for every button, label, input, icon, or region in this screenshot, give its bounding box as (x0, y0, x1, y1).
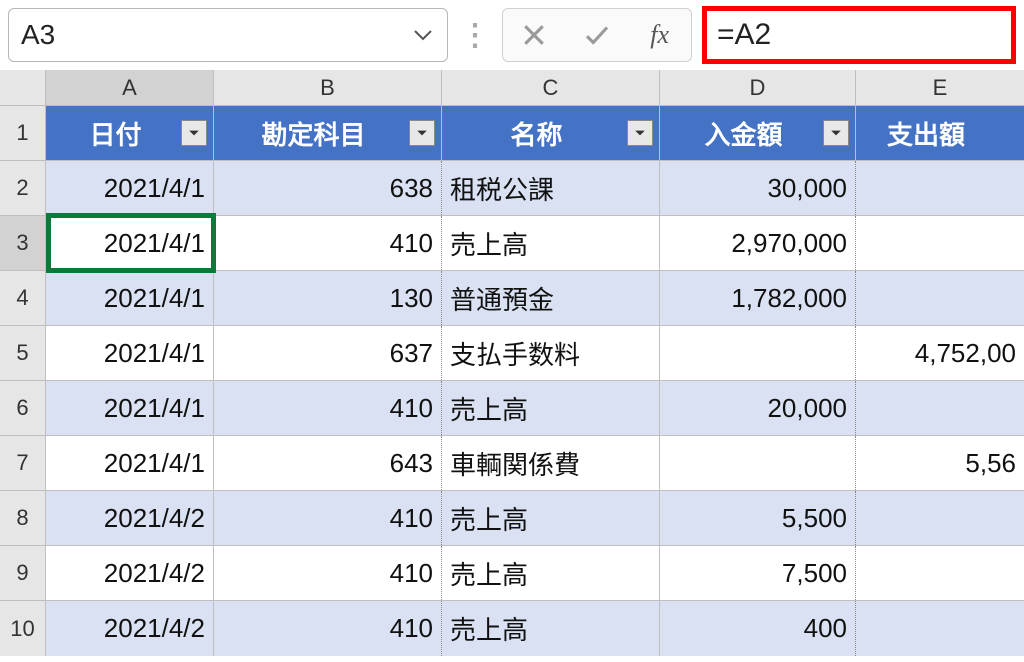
cell-D8[interactable]: 5,500 (660, 491, 856, 545)
cell-D7[interactable] (660, 436, 856, 490)
row-header-7[interactable]: 7 (0, 436, 46, 490)
header-name[interactable]: 名称 (442, 106, 660, 160)
table-row: 3 2021/4/1 410 売上高 2,970,000 (0, 216, 1024, 271)
cell-B2[interactable]: 638 (214, 161, 442, 215)
filter-button[interactable] (181, 120, 207, 146)
row-header-5[interactable]: 5 (0, 326, 46, 380)
col-header-D[interactable]: D (660, 70, 856, 105)
cell-C3[interactable]: 売上高 (442, 216, 660, 270)
cell-A10[interactable]: 2021/4/2 (46, 601, 214, 656)
cell-B7[interactable]: 643 (214, 436, 442, 490)
header-date[interactable]: 日付 (46, 106, 214, 160)
cell-E9[interactable] (856, 546, 1024, 600)
cell-C10[interactable]: 売上高 (442, 601, 660, 656)
row-header-3[interactable]: 3 (0, 216, 46, 270)
row-header-4[interactable]: 4 (0, 271, 46, 325)
column-header-row: A B C D E (0, 70, 1024, 106)
chevron-down-icon[interactable] (411, 23, 435, 47)
cell-E5[interactable]: 4,752,00 (856, 326, 1024, 380)
table-row: 6 2021/4/1 410 売上高 20,000 (0, 381, 1024, 436)
table-row: 8 2021/4/2 410 売上高 5,500 (0, 491, 1024, 546)
row-header-10[interactable]: 10 (0, 601, 46, 656)
cell-D2[interactable]: 30,000 (660, 161, 856, 215)
cell-C9[interactable]: 売上高 (442, 546, 660, 600)
table-row: 7 2021/4/1 643 車輌関係費 5,56 (0, 436, 1024, 491)
cell-C8[interactable]: 売上高 (442, 491, 660, 545)
cell-D5[interactable] (660, 326, 856, 380)
filter-button[interactable] (409, 120, 435, 146)
formula-bar-row: A3 ⋮ fx =A2 (0, 0, 1024, 70)
cell-E7[interactable]: 5,56 (856, 436, 1024, 490)
filter-button[interactable] (823, 120, 849, 146)
cell-B5[interactable]: 637 (214, 326, 442, 380)
col-header-B[interactable]: B (214, 70, 442, 105)
table-header-row: 1 日付 勘定科目 名称 入金額 支出額 (0, 106, 1024, 161)
cell-E2[interactable] (856, 161, 1024, 215)
cell-D3[interactable]: 2,970,000 (660, 216, 856, 270)
cell-A9[interactable]: 2021/4/2 (46, 546, 214, 600)
cell-A6[interactable]: 2021/4/1 (46, 381, 214, 435)
formula-tools: fx (502, 8, 692, 62)
cell-E6[interactable] (856, 381, 1024, 435)
cell-E3[interactable] (856, 216, 1024, 270)
select-all-corner[interactable] (0, 70, 46, 105)
cell-A2[interactable]: 2021/4/1 (46, 161, 214, 215)
row-header-2[interactable]: 2 (0, 161, 46, 215)
cell-A3[interactable]: 2021/4/1 (46, 216, 214, 270)
name-box-value: A3 (21, 19, 411, 51)
formula-input[interactable]: =A2 (702, 6, 1016, 64)
cell-A8[interactable]: 2021/4/2 (46, 491, 214, 545)
cell-E4[interactable] (856, 271, 1024, 325)
cell-B6[interactable]: 410 (214, 381, 442, 435)
fx-icon[interactable]: fx (645, 20, 675, 50)
table-row: 4 2021/4/1 130 普通預金 1,782,000 (0, 271, 1024, 326)
cell-D4[interactable]: 1,782,000 (660, 271, 856, 325)
row-header-9[interactable]: 9 (0, 546, 46, 600)
cell-C2[interactable]: 租税公課 (442, 161, 660, 215)
header-expense[interactable]: 支出額 (856, 106, 1024, 160)
cell-C6[interactable]: 売上高 (442, 381, 660, 435)
cell-D6[interactable]: 20,000 (660, 381, 856, 435)
cell-B4[interactable]: 130 (214, 271, 442, 325)
cell-E10[interactable] (856, 601, 1024, 656)
enter-icon[interactable] (582, 20, 612, 50)
col-header-A[interactable]: A (46, 70, 214, 105)
cell-A5[interactable]: 2021/4/1 (46, 326, 214, 380)
cell-B9[interactable]: 410 (214, 546, 442, 600)
cell-C4[interactable]: 普通預金 (442, 271, 660, 325)
cell-A7[interactable]: 2021/4/1 (46, 436, 214, 490)
header-income[interactable]: 入金額 (660, 106, 856, 160)
cell-C5[interactable]: 支払手数料 (442, 326, 660, 380)
cell-C7[interactable]: 車輌関係費 (442, 436, 660, 490)
formula-value: =A2 (717, 18, 771, 52)
row-header-6[interactable]: 6 (0, 381, 46, 435)
row-header-8[interactable]: 8 (0, 491, 46, 545)
row-header-1[interactable]: 1 (0, 106, 46, 160)
separator-icon: ⋮ (458, 18, 492, 53)
table-row: 2 2021/4/1 638 租税公課 30,000 (0, 161, 1024, 216)
col-header-E[interactable]: E (856, 70, 1024, 105)
table-row: 10 2021/4/2 410 売上高 400 (0, 601, 1024, 656)
col-header-C[interactable]: C (442, 70, 660, 105)
filter-button[interactable] (627, 120, 653, 146)
cell-D9[interactable]: 7,500 (660, 546, 856, 600)
table-row: 9 2021/4/2 410 売上高 7,500 (0, 546, 1024, 601)
cell-E8[interactable] (856, 491, 1024, 545)
header-account-code[interactable]: 勘定科目 (214, 106, 442, 160)
cell-A4[interactable]: 2021/4/1 (46, 271, 214, 325)
name-box[interactable]: A3 (8, 8, 448, 62)
spreadsheet-grid: A B C D E 1 日付 勘定科目 名称 入金額 支出額 2 2021/4/… (0, 70, 1024, 656)
cell-D10[interactable]: 400 (660, 601, 856, 656)
cell-B10[interactable]: 410 (214, 601, 442, 656)
table-row: 5 2021/4/1 637 支払手数料 4,752,00 (0, 326, 1024, 381)
cell-B3[interactable]: 410 (214, 216, 442, 270)
cancel-icon[interactable] (519, 20, 549, 50)
cell-B8[interactable]: 410 (214, 491, 442, 545)
